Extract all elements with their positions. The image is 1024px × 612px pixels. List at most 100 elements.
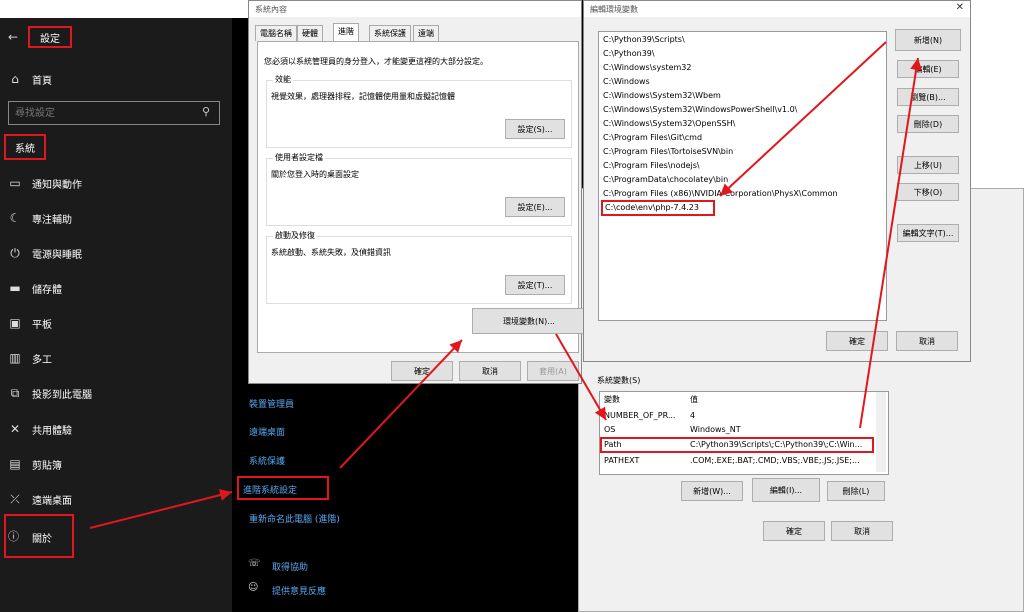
profile-group: 使用者設定檔 關於您登入時的桌面設定 設定(E)... <box>266 152 572 226</box>
scrollbar[interactable] <box>876 392 886 472</box>
back-arrow-icon[interactable]: ← <box>8 30 18 44</box>
list-item[interactable]: C:\Python39\Scripts\ <box>603 34 685 46</box>
tab-advanced[interactable]: 進階 <box>333 23 359 42</box>
sidebar-item-power[interactable]: ⏻ 電源與睡眠 <box>0 238 232 268</box>
link-advanced-system-settings[interactable]: 進階系統設定 <box>237 476 329 500</box>
list-item[interactable]: C:\Windows <box>603 76 650 88</box>
dialog-title: 系統內容 <box>249 1 581 17</box>
new-path-item[interactable]: C:\code\env\php-7.4.23 <box>601 200 715 216</box>
startup-group: 啟動及修復 系統啟動、系統失敗，及偵錯資訊 設定(T)... <box>266 230 572 304</box>
cancel-button[interactable]: 取消 <box>831 521 893 541</box>
edit-text-button[interactable]: 編輯文字(T)... <box>897 224 959 242</box>
storage-icon: ▬ <box>9 281 21 295</box>
ok-button[interactable]: 確定 <box>826 331 888 351</box>
profile-title: 使用者設定檔 <box>273 152 325 163</box>
performance-title: 效能 <box>273 74 293 85</box>
sidebar-item-label: 電源與睡眠 <box>32 249 82 261</box>
delete-button[interactable]: 刪除(D) <box>897 115 959 133</box>
cancel-button[interactable]: 取消 <box>459 361 521 381</box>
move-up-button[interactable]: 上移(U) <box>897 156 959 174</box>
sidebar-item-clipboard[interactable]: ▤ 剪貼簿 <box>0 449 232 479</box>
path-list[interactable]: C:\Python39\Scripts\ C:\Python39\ C:\Win… <box>598 31 887 321</box>
sidebar-item-label: 關於 <box>32 534 52 545</box>
tab-remote[interactable]: 遠端 <box>413 25 439 41</box>
sidebar-item-label: 多工 <box>32 354 52 366</box>
sidebar-item-focus[interactable]: ☾ 專注輔助 <box>0 203 232 233</box>
sidebar-item-about[interactable]: ⓘ 關於 <box>4 514 74 558</box>
var-name: Path <box>604 440 622 449</box>
browse-button[interactable]: 瀏覽(B)... <box>897 88 959 106</box>
sidebar-item-multitask[interactable]: ▥ 多工 <box>0 343 232 373</box>
nav-home[interactable]: ⌂ 首頁 <box>0 64 232 94</box>
remote-icon: ⤫ <box>10 491 20 506</box>
close-icon[interactable]: ✕ <box>956 2 964 13</box>
sidebar-item-label: 儲存體 <box>32 284 62 296</box>
link-system-protection[interactable]: 系統保護 <box>249 454 285 467</box>
performance-settings-button[interactable]: 設定(S)... <box>505 119 565 139</box>
project-icon: ⧉ <box>10 385 20 400</box>
environment-variables-button[interactable]: 環境變數(N)... <box>472 308 586 334</box>
search-input[interactable] <box>8 101 220 125</box>
col-header-var[interactable]: 變數 <box>604 394 620 406</box>
var-value[interactable]: Windows_NT <box>690 424 741 436</box>
new-var-button[interactable]: 新增(W)... <box>681 481 743 501</box>
startup-desc: 系統啟動、系統失敗，及偵錯資訊 <box>271 248 391 257</box>
multitask-icon: ▥ <box>9 351 21 365</box>
var-name[interactable]: PATHEXT <box>604 455 639 467</box>
section-system: 系統 <box>4 134 46 160</box>
link-feedback[interactable]: 提供意見反應 <box>272 584 326 597</box>
list-item[interactable]: C:\Program Files\nodejs\ <box>603 160 700 172</box>
list-item[interactable]: C:\Windows\System32\WindowsPowerShell\v1… <box>603 104 797 116</box>
link-get-help[interactable]: 取得協助 <box>272 560 308 573</box>
sidebar-item-remote[interactable]: ⤫ 遠端桌面 <box>0 484 232 514</box>
startup-title: 啟動及修復 <box>273 230 317 241</box>
table-row-path[interactable]: Path C:\Python39\Scripts\;C:\Python39\;C… <box>600 437 874 453</box>
feedback-icon: ☺ <box>248 582 259 593</box>
list-item[interactable]: C:\Windows\system32 <box>603 62 691 74</box>
tab-system-protection[interactable]: 系統保護 <box>369 25 411 41</box>
var-value[interactable]: .COM;.EXE;.BAT;.CMD;.VBS;.VBE;.JS;.JSE;.… <box>690 455 860 467</box>
help-icon: ☏ <box>248 558 261 569</box>
sidebar-item-storage[interactable]: ▬ 儲存體 <box>0 273 232 303</box>
list-item[interactable]: C:\Program Files (x86)\NVIDIA Corporatio… <box>603 188 838 200</box>
apply-button[interactable]: 套用(A) <box>527 361 579 381</box>
search-icon[interactable]: ⚲ <box>202 105 210 118</box>
new-button[interactable]: 新增(N) <box>895 29 961 51</box>
var-name[interactable]: OS <box>604 424 615 436</box>
sidebar-item-label: 專注輔助 <box>32 214 72 226</box>
var-value[interactable]: 4 <box>690 410 695 422</box>
list-item[interactable]: C:\ProgramData\chocolatey\bin <box>603 174 728 186</box>
sidebar-item-share[interactable]: ✕ 共用體驗 <box>0 414 232 444</box>
taskbar-strip <box>0 0 248 18</box>
sidebar-item-label: 通知與動作 <box>32 179 82 191</box>
link-device-manager[interactable]: 裝置管理員 <box>249 397 294 410</box>
list-item[interactable]: C:\Windows\System32\Wbem <box>603 90 721 102</box>
power-icon: ⏻ <box>10 245 20 260</box>
list-item[interactable]: C:\Program Files\TortoiseSVN\bin <box>603 146 733 158</box>
system-vars-list[interactable]: 變數 值 NUMBER_OF_PR... 4 OS Windows_NT Pat… <box>599 391 889 475</box>
ok-button[interactable]: 確定 <box>391 361 453 381</box>
list-item[interactable]: C:\Program Files\Git\cmd <box>603 132 702 144</box>
tab-hardware[interactable]: 硬體 <box>297 25 323 41</box>
admin-notice: 您必須以系統管理員的身分登入，才能變更這裡的大部分設定。 <box>264 57 488 66</box>
link-remote-desktop[interactable]: 遠端桌面 <box>249 425 285 438</box>
edit-button[interactable]: 編輯(E) <box>897 60 959 78</box>
edit-var-button[interactable]: 編輯(I)... <box>752 478 820 502</box>
ok-button[interactable]: 確定 <box>763 521 825 541</box>
move-down-button[interactable]: 下移(O) <box>897 183 959 201</box>
list-item[interactable]: C:\Windows\System32\OpenSSH\ <box>603 118 735 130</box>
col-header-val[interactable]: 值 <box>690 394 698 406</box>
var-name[interactable]: NUMBER_OF_PR... <box>604 410 675 422</box>
link-rename-pc[interactable]: 重新命名此電腦 (進階) <box>249 512 340 525</box>
dialog-title: 編輯環境變數 <box>584 1 970 17</box>
sidebar-item-project[interactable]: ⧉ 投影到此電腦 <box>0 378 232 408</box>
sidebar-item-tablet[interactable]: ▣ 平板 <box>0 308 232 338</box>
delete-var-button[interactable]: 刪除(L) <box>827 481 885 501</box>
share-icon: ✕ <box>9 422 21 436</box>
profile-settings-button[interactable]: 設定(E)... <box>505 197 565 217</box>
startup-settings-button[interactable]: 設定(T)... <box>505 275 565 295</box>
sidebar-item-notifications[interactable]: ▭ 通知與動作 <box>0 168 232 198</box>
list-item[interactable]: C:\Python39\ <box>603 48 655 60</box>
cancel-button[interactable]: 取消 <box>896 331 958 351</box>
tab-computer-name[interactable]: 電腦名稱 <box>255 25 297 41</box>
